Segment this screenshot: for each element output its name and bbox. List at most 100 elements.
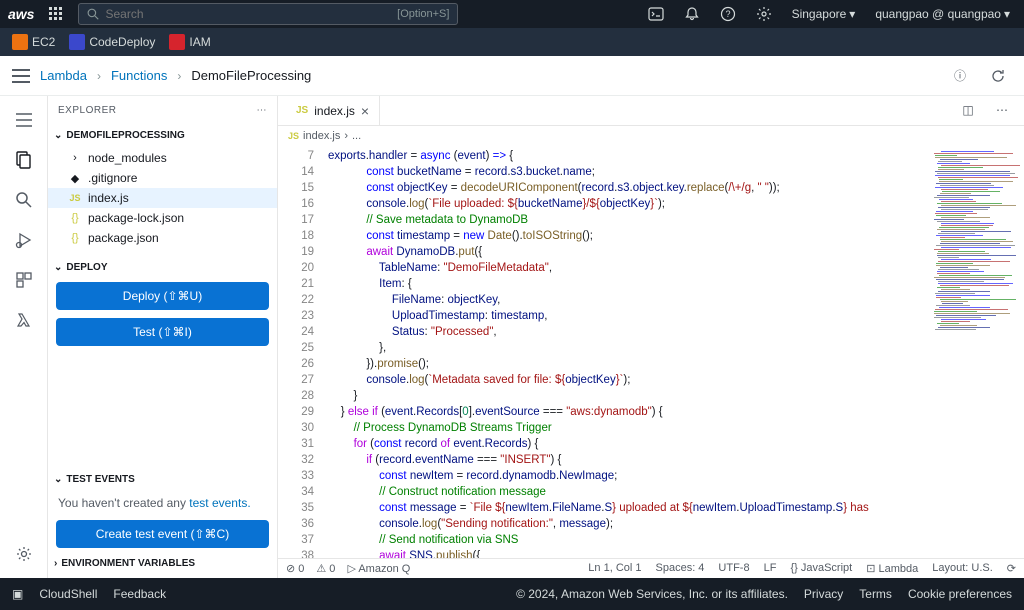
code-editor[interactable]: 7141516171819202122232425262728293031323… [278,146,1024,558]
notifications-icon[interactable] [678,0,706,28]
status-lncol[interactable]: Ln 1, Col 1 [588,562,641,575]
chevron-down-icon: ▾ [849,7,855,21]
folder-icon: › [68,152,82,164]
more-icon[interactable]: ⋯ [257,105,268,116]
more-icon[interactable]: ⋯ [988,96,1016,124]
file-tree: › node_modules ◆ .gitignore JSindex.js {} pack… [48,146,277,250]
status-spaces[interactable]: Spaces: 4 [656,562,705,575]
status-amazon-q[interactable]: ▷ Amazon Q [347,562,410,575]
chevron-right-icon: › [344,130,348,142]
footer-cookies[interactable]: Cookie preferences [908,587,1012,601]
hamburger-icon[interactable] [12,69,30,83]
status-layout[interactable]: Layout: U.S. [932,562,993,575]
chevron-down-icon: ⌄ [54,262,62,273]
test-button[interactable]: Test (⇧⌘I) [56,318,269,346]
status-bell-icon[interactable]: ⟳ [1007,562,1016,575]
footer-terms[interactable]: Terms [859,587,892,601]
tree-item[interactable]: ◆ .gitignore [48,168,277,188]
menu-icon[interactable] [6,102,42,138]
tree-item[interactable]: {} package-lock.json [48,208,277,228]
account-menu[interactable]: quangpao @ quangpao ▾ [869,7,1016,21]
editor-status-bar: ⊘ 0 ⚠ 0 ▷ Amazon Q Ln 1, Col 1 Spaces: 4… [278,558,1024,578]
region-selector[interactable]: Singapore ▾ [786,7,862,21]
split-editor-icon[interactable]: ◫ [954,96,982,124]
editor-breadcrumb[interactable]: JS index.js › ... [278,126,1024,146]
help-icon[interactable]: ? [714,0,742,28]
extensions-icon[interactable] [6,262,42,298]
footer-feedback[interactable]: Feedback [113,587,166,601]
run-debug-icon[interactable] [6,222,42,258]
gear-icon[interactable] [6,536,42,572]
svc-iam[interactable]: IAM [165,32,214,52]
footer-privacy[interactable]: Privacy [804,587,843,601]
search-icon [87,8,99,20]
tree-item[interactable]: › node_modules [48,148,277,168]
aws-top-nav: aws [Option+S] ? Singapore ▾ quangpao @ … [0,0,1024,28]
project-section-header[interactable]: ⌄ DEMOFILEPROCESSING [48,124,277,146]
cloudshell-icon[interactable] [642,0,670,28]
footer-cloudshell-icon[interactable]: ▣ [12,587,23,601]
editor-main: JS index.js × ◫ ⋯ JS index.js › ... 7141… [278,96,1024,578]
testevents-empty-text: You haven't created any test events. [48,490,277,516]
info-icon[interactable]: ⓘ [946,62,974,90]
deploy-button[interactable]: Deploy (⇧⌘U) [56,282,269,310]
explorer-header: EXPLORER ⋯ [48,96,277,124]
code-body[interactable]: exports.handler = async (event) => { con… [322,146,1024,558]
svc-ec2[interactable]: EC2 [8,32,59,52]
aws-footer: ▣ CloudShell Feedback © 2024, Amazon Web… [0,578,1024,610]
footer-copyright: © 2024, Amazon Web Services, Inc. or its… [516,587,788,601]
search-panel-icon[interactable] [6,182,42,218]
editor-tab-bar: JS index.js × ◫ ⋯ [278,96,1024,126]
services-grid-icon[interactable] [42,0,70,28]
crumb-lambda[interactable]: Lambda [40,68,87,83]
line-gutter: 7141516171819202122232425262728293031323… [278,146,322,558]
status-language[interactable]: {} JavaScript [790,562,852,575]
tree-item-label: .gitignore [88,171,137,185]
create-test-event-button[interactable]: Create test event (⇧⌘C) [56,520,269,548]
js-file-icon: JS [288,131,299,141]
test-events-link[interactable]: test events. [189,496,250,510]
chevron-right-icon: › [54,558,57,569]
chevron-down-icon: ⌄ [54,130,62,141]
file-icon: ◆ [68,172,82,185]
testevents-section-header[interactable]: ⌄ TEST EVENTS [48,468,277,490]
tree-item-label: index.js [88,191,129,205]
status-errors[interactable]: ⊘ 0 [286,562,304,575]
env-section-header[interactable]: › ENVIRONMENT VARIABLES [48,552,277,574]
tree-item[interactable]: JSindex.js [48,188,277,208]
js-file-icon: JS [296,105,308,116]
aws-logo[interactable]: aws [8,6,34,22]
deploy-section-header[interactable]: ⌄ DEPLOY [48,256,277,278]
svc-codedeploy[interactable]: CodeDeploy [65,32,159,52]
explorer-icon[interactable] [6,142,42,178]
chevron-right-icon: › [177,69,181,83]
tree-item-label: package-lock.json [88,211,184,225]
status-encoding[interactable]: UTF-8 [718,562,749,575]
minimap[interactable] [934,150,1020,310]
file-icon: {} [68,212,82,224]
editor-tab-indexjs[interactable]: JS index.js × [286,96,380,125]
close-icon[interactable]: × [361,103,369,119]
status-warnings[interactable]: ⚠ 0 [316,562,335,575]
footer-cloudshell[interactable]: CloudShell [39,587,97,601]
tree-item-label: package.json [88,231,159,245]
activity-bar [0,96,48,578]
tree-item-label: node_modules [88,151,167,165]
status-eol[interactable]: LF [764,562,777,575]
status-lambda[interactable]: ⊡ Lambda [866,562,918,575]
chevron-right-icon: › [97,69,101,83]
settings-icon[interactable] [750,0,778,28]
crumb-functions[interactable]: Functions [111,68,167,83]
svg-text:?: ? [725,9,730,19]
aws-lambda-icon[interactable] [6,302,42,338]
explorer-panel: EXPLORER ⋯ ⌄ DEMOFILEPROCESSING › node_mo… [48,96,278,578]
file-icon: {} [68,232,82,244]
editor-shell: EXPLORER ⋯ ⌄ DEMOFILEPROCESSING › node_mo… [0,96,1024,578]
search-shortcut-hint: [Option+S] [397,8,449,20]
chevron-down-icon: ▾ [1004,7,1010,21]
search-input[interactable] [105,7,391,21]
refresh-icon[interactable] [984,62,1012,90]
global-search[interactable]: [Option+S] [78,3,458,25]
tree-item[interactable]: {} package.json [48,228,277,248]
service-shortcuts-bar: EC2 CodeDeploy IAM [0,28,1024,56]
